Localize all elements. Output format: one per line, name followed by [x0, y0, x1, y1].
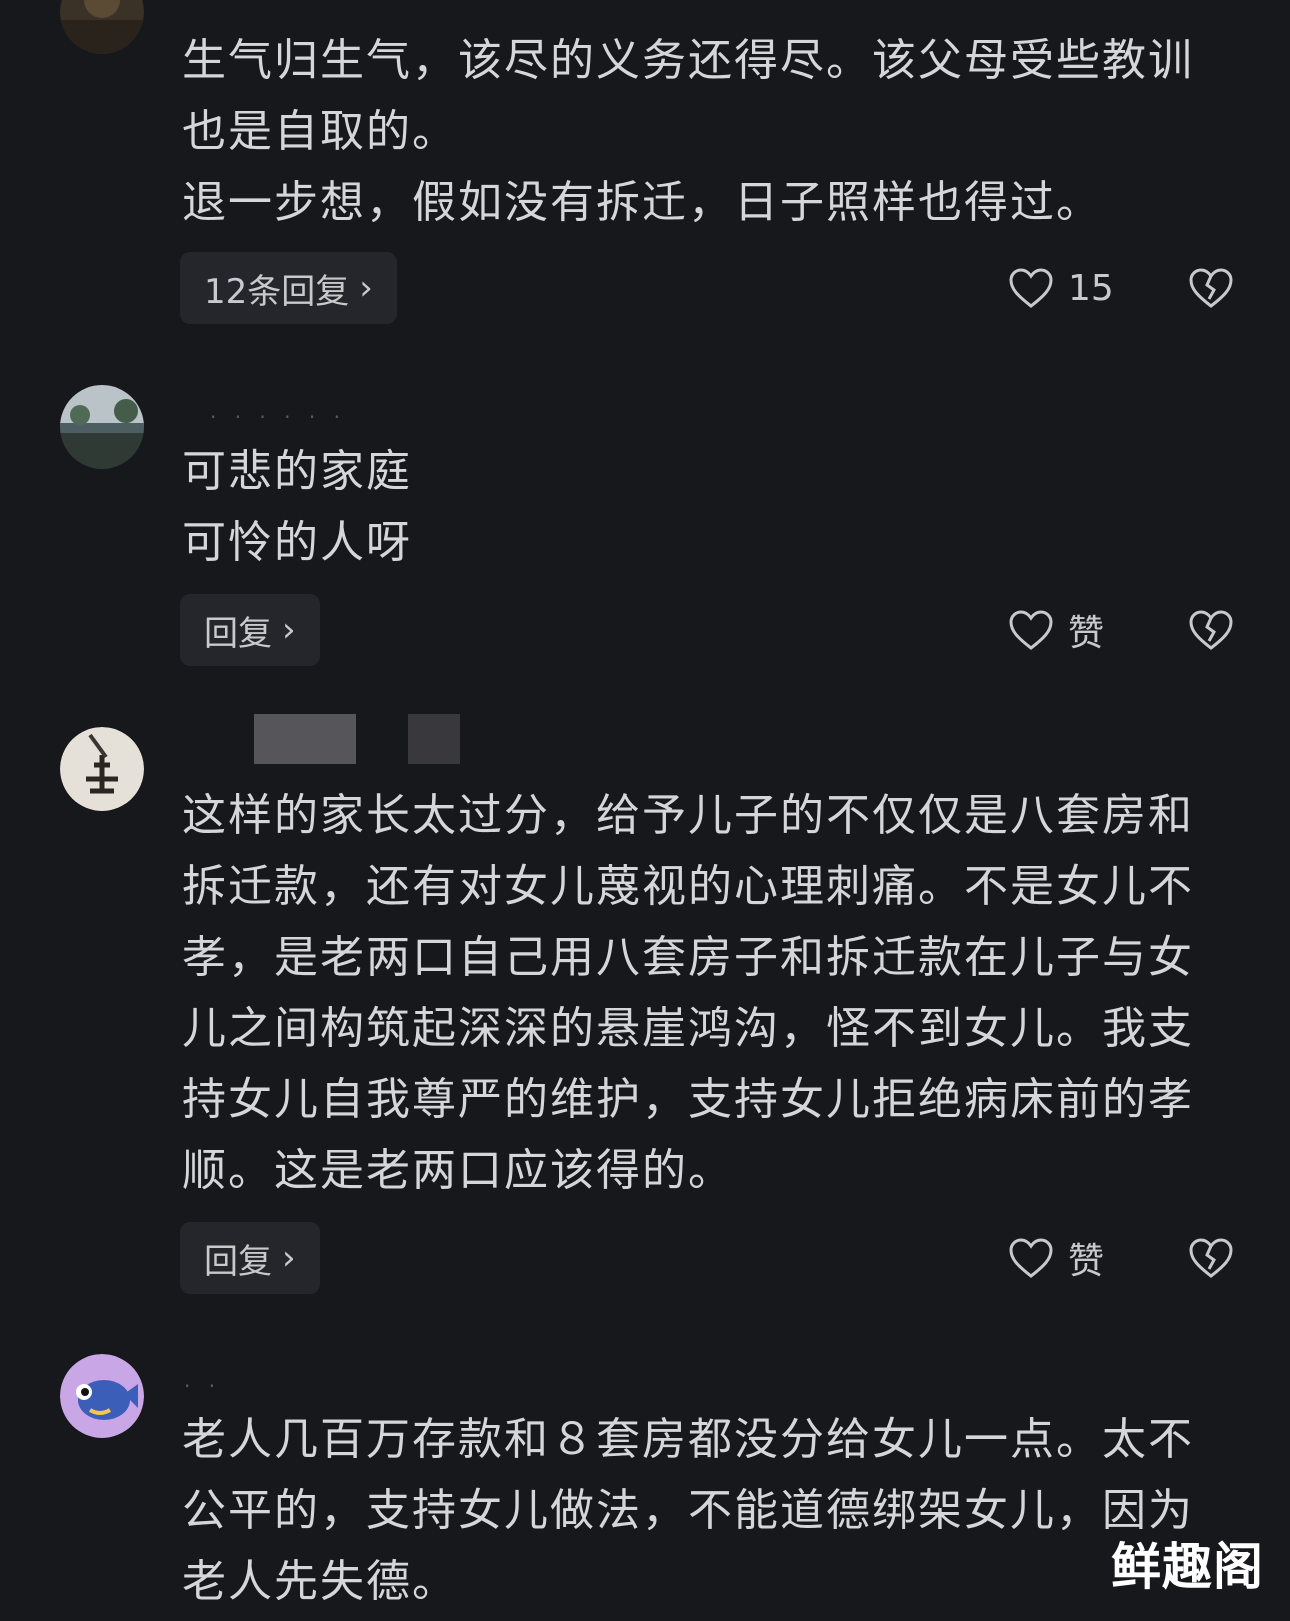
avatar[interactable] [60, 385, 144, 469]
comment-line: 孝，是老两口自己用八套房子和拆迁款在儿子与女 [182, 932, 1194, 983]
like-button[interactable]: 赞 [1008, 594, 1104, 666]
like-count: 15 [1068, 267, 1114, 309]
heart-outline-icon [1009, 610, 1053, 650]
avatar[interactable] [60, 0, 144, 54]
comment-line: 公平的，支持女儿做法，不能道德绑架女儿，因为 [182, 1485, 1194, 1536]
username-placeholder: · · · · · · [210, 405, 346, 429]
avatar[interactable] [60, 1354, 144, 1438]
comment-line: 持女儿自我尊严的维护，支持女儿拒绝病床前的孝 [182, 1074, 1194, 1125]
comment-line: 顺。这是老两口应该得的。 [182, 1145, 734, 1196]
dislike-button[interactable] [1188, 252, 1234, 324]
comment-text: 这样的家长太过分，给予儿子的不仅仅是八套房和 拆迁款，还有对女儿蔑视的心理刺痛。… [182, 780, 1242, 1206]
comment-line: 拆迁款，还有对女儿蔑视的心理刺痛。不是女儿不 [182, 861, 1194, 912]
heart-outline-icon [1009, 1238, 1053, 1278]
comment-line: 生气归生气，该尽的义务还得尽。该父母受些教训 [182, 35, 1194, 86]
username-placeholder: · · [184, 1374, 222, 1398]
broken-heart-icon [1189, 610, 1233, 650]
reply-label: 回复 [204, 613, 272, 654]
comment-line: 这样的家长太过分，给予儿子的不仅仅是八套房和 [182, 790, 1194, 841]
comment-line: 也是自取的。 [182, 106, 458, 157]
dislike-button[interactable] [1188, 1222, 1234, 1294]
reply-button[interactable]: 回复 › [180, 594, 320, 666]
dislike-button[interactable] [1188, 594, 1234, 666]
comment-text: 可悲的家庭 可怜的人呀 [182, 436, 1242, 578]
comment-line: 儿之间构筑起深深的悬崖鸿沟，怪不到女儿。我支 [182, 1003, 1194, 1054]
like-button[interactable]: 15 [1008, 252, 1114, 324]
avatar[interactable] [60, 727, 144, 811]
watermark: 鲜趣阁 [1111, 1538, 1264, 1596]
comment-line: 可怜的人呀 [182, 517, 412, 568]
like-label: 赞 [1068, 613, 1105, 654]
chevron-right-icon: › [359, 268, 373, 308]
like-label: 赞 [1068, 1241, 1105, 1282]
reply-button[interactable]: 回复 › [180, 1222, 320, 1294]
chevron-right-icon: › [282, 1238, 296, 1278]
username-blurred [254, 714, 356, 764]
heart-outline-icon [1009, 268, 1053, 308]
broken-heart-icon [1189, 1238, 1233, 1278]
chevron-right-icon: › [282, 610, 296, 650]
comment-text: 生气归生气，该尽的义务还得尽。该父母受些教训 也是自取的。 退一步想，假如没有拆… [182, 25, 1242, 238]
comment-line: 可悲的家庭 [182, 446, 412, 497]
reply-label: 12条回复 [204, 271, 350, 312]
username-blurred [408, 714, 460, 764]
comment-line: 老人先失德。 [182, 1556, 458, 1607]
comment-text: 老人几百万存款和８套房都没分给女儿一点。太不 公平的，支持女儿做法，不能道德绑架… [182, 1404, 1242, 1617]
comment-feed: 生气归生气，该尽的义务还得尽。该父母受些教训 也是自取的。 退一步想，假如没有拆… [0, 0, 1290, 1621]
reply-label: 回复 [204, 1241, 272, 1282]
comment-line: 退一步想，假如没有拆迁，日子照样也得过。 [182, 177, 1102, 228]
broken-heart-icon [1189, 268, 1233, 308]
comment-line: 老人几百万存款和８套房都没分给女儿一点。太不 [182, 1414, 1194, 1465]
like-button[interactable]: 赞 [1008, 1222, 1104, 1294]
view-replies-button[interactable]: 12条回复 › [180, 252, 397, 324]
